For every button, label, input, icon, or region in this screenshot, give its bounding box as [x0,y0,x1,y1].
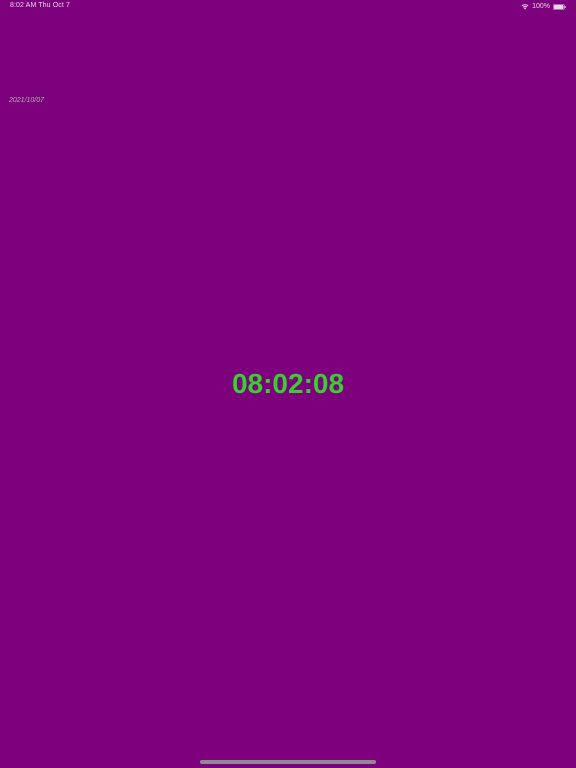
battery-percent: 100% [532,3,550,10]
clock-screen: 8:02 AM Thu Oct 7 100% 2021/10/07 08:02:… [0,0,576,768]
home-indicator[interactable] [200,760,376,764]
status-bar: 8:02 AM Thu Oct 7 100% [0,0,576,14]
battery-full-icon [553,3,566,10]
date-label: 2021/10/07 [9,97,45,104]
wifi-icon [521,4,529,10]
status-time-date: 8:02 AM Thu Oct 7 [10,2,70,9]
status-indicators: 100% [521,2,566,11]
digital-clock: 08:02:08 [231,368,345,399]
